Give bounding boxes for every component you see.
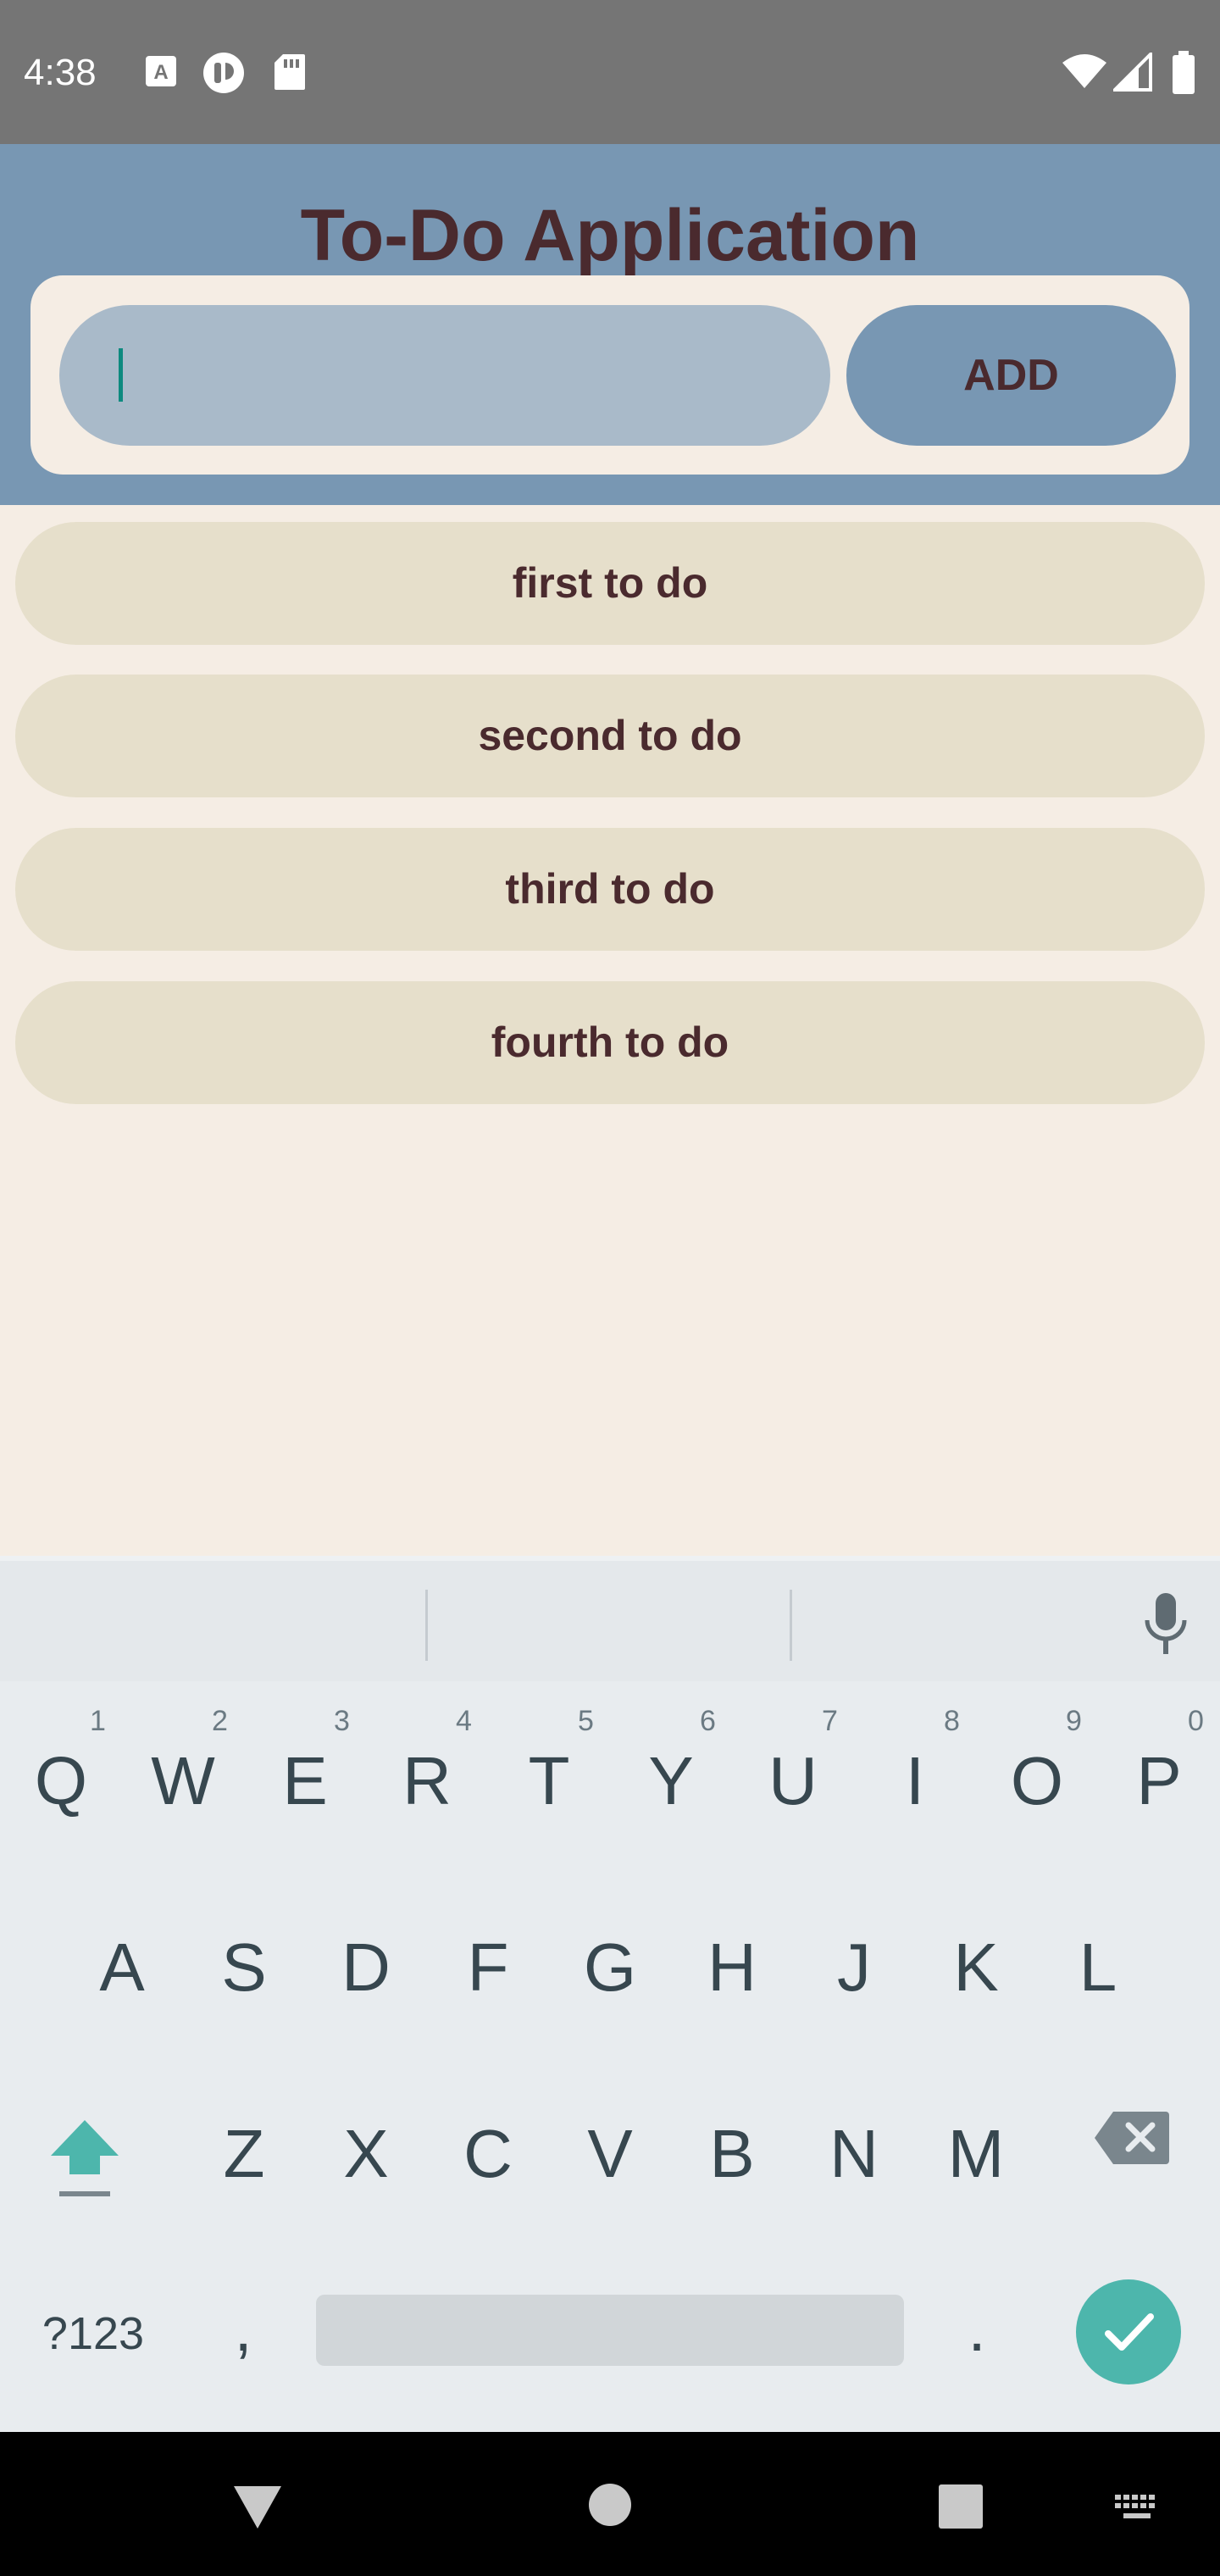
key-k[interactable]: K bbox=[915, 1874, 1037, 2061]
back-icon[interactable] bbox=[232, 2483, 283, 2530]
key-hint: 5 bbox=[578, 1705, 594, 1737]
key-g[interactable]: G bbox=[549, 1874, 671, 2061]
key-s[interactable]: S bbox=[183, 1874, 305, 2061]
key-hint: 9 bbox=[1066, 1705, 1082, 1737]
key-x[interactable]: X bbox=[305, 2061, 427, 2247]
key-hint: 8 bbox=[944, 1705, 960, 1737]
key-j[interactable]: J bbox=[793, 1874, 915, 2061]
keyboard-switch-icon[interactable] bbox=[1113, 2493, 1161, 2523]
add-button[interactable]: ADD bbox=[846, 305, 1176, 446]
key-c[interactable]: C bbox=[427, 2061, 549, 2247]
key-m[interactable]: M bbox=[915, 2061, 1037, 2247]
soft-keyboard: Q W E R T Y U I O P 1 2 3 4 5 6 7 8 9 0 … bbox=[0, 1556, 1220, 2432]
status-time: 4:38 bbox=[24, 52, 97, 93]
svg-text:A: A bbox=[153, 61, 168, 84]
key-hint: 6 bbox=[700, 1705, 716, 1737]
key-l[interactable]: L bbox=[1037, 1874, 1159, 2061]
key-f[interactable]: F bbox=[427, 1874, 549, 2061]
key-hint: 2 bbox=[212, 1705, 228, 1737]
comma-key[interactable]: , bbox=[197, 2266, 290, 2393]
key-a[interactable]: A bbox=[61, 1874, 183, 2061]
key-hint: 1 bbox=[90, 1705, 106, 1737]
a-badge-icon: A bbox=[144, 54, 178, 88]
home-icon[interactable] bbox=[588, 2483, 632, 2527]
key-d[interactable]: D bbox=[305, 1874, 427, 2061]
page-title: To-Do Application bbox=[300, 195, 920, 276]
symbols-key[interactable]: ?123 bbox=[17, 2283, 169, 2384]
todo-input[interactable] bbox=[90, 305, 801, 446]
status-bar: 4:38 A bbox=[0, 0, 1220, 144]
backspace-key[interactable] bbox=[1093, 2110, 1171, 2170]
wifi-icon bbox=[1061, 53, 1108, 90]
shift-key[interactable] bbox=[34, 2103, 136, 2205]
todo-item[interactable]: fourth to do bbox=[15, 981, 1205, 1104]
key-h[interactable]: H bbox=[671, 1874, 793, 2061]
key-hint: 3 bbox=[334, 1705, 350, 1737]
todo-input-field[interactable] bbox=[59, 305, 830, 446]
app-header: To-Do Application ADD bbox=[0, 144, 1220, 505]
space-key[interactable] bbox=[316, 2295, 904, 2366]
key-b[interactable]: B bbox=[671, 2061, 793, 2247]
suggestion-strip bbox=[0, 1561, 1220, 1681]
todo-item[interactable]: second to do bbox=[15, 675, 1205, 797]
period-key[interactable]: . bbox=[930, 2266, 1023, 2393]
key-v[interactable]: V bbox=[549, 2061, 671, 2247]
microphone-icon[interactable] bbox=[1140, 1591, 1191, 1660]
recents-icon[interactable] bbox=[939, 2484, 983, 2529]
checkmark-icon bbox=[1105, 2313, 1154, 2351]
key-n[interactable]: N bbox=[793, 2061, 915, 2247]
enter-key[interactable] bbox=[1076, 2279, 1181, 2384]
battery-icon bbox=[1171, 51, 1196, 95]
key-hint: 0 bbox=[1188, 1705, 1204, 1737]
todo-item[interactable]: first to do bbox=[15, 522, 1205, 645]
key-hint: 4 bbox=[456, 1705, 472, 1737]
sd-card-icon bbox=[273, 53, 307, 92]
input-card: ADD bbox=[30, 275, 1190, 475]
hearing-icon bbox=[202, 51, 246, 95]
signal-icon bbox=[1113, 53, 1152, 92]
key-z[interactable]: Z bbox=[183, 2061, 305, 2247]
key-hint: 7 bbox=[822, 1705, 838, 1737]
text-cursor bbox=[119, 348, 123, 402]
navigation-bar bbox=[0, 2432, 1220, 2576]
todo-item[interactable]: third to do bbox=[15, 828, 1205, 951]
suggestion-divider bbox=[425, 1590, 428, 1661]
suggestion-divider bbox=[790, 1590, 792, 1661]
